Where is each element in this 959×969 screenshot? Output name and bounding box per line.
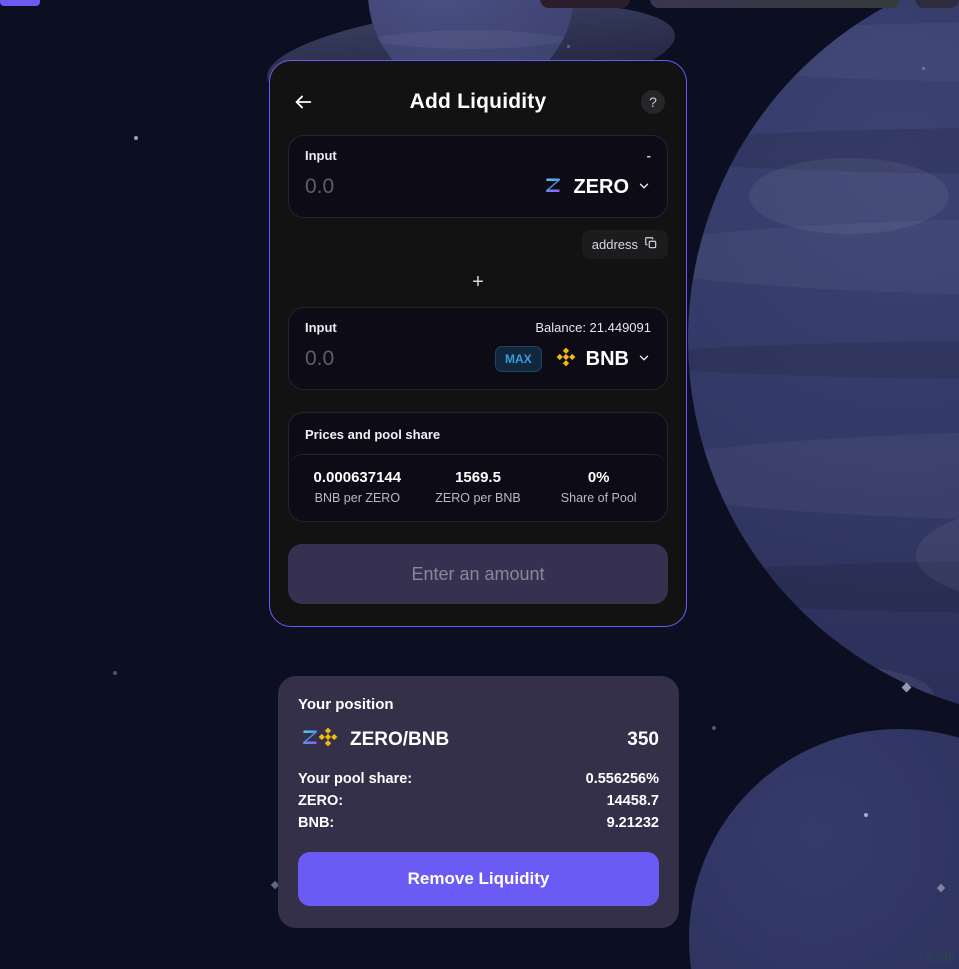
- planet-band: [688, 20, 959, 83]
- watermark-text: 6398: [926, 951, 955, 965]
- pair-amount: 350: [627, 728, 659, 750]
- planet-band: [688, 560, 959, 615]
- position-pair-row: ZERO/BNB 350: [298, 725, 659, 754]
- input-secondary-text: -: [646, 148, 651, 163]
- page-title: Add Liquidity: [409, 90, 547, 113]
- bnb-token-controls: MAX BNB: [494, 345, 651, 374]
- chevron-down-icon: [637, 351, 651, 367]
- zero-token-icon: [541, 173, 565, 202]
- pair-name: ZERO/BNB: [350, 728, 450, 750]
- price-label: Share of Pool: [560, 491, 637, 505]
- input-label: Input: [305, 148, 337, 163]
- star: [712, 726, 716, 730]
- copy-icon: [644, 236, 658, 253]
- top-widget-c[interactable]: [915, 0, 959, 8]
- app-root: Add Liquidity ? Input - 0.0 ZERO address…: [0, 0, 959, 969]
- detail-value: 0.556256%: [585, 771, 659, 787]
- star: [567, 45, 570, 48]
- detail-label: ZERO:: [298, 793, 344, 809]
- price-label: ZERO per BNB: [435, 491, 521, 505]
- detail-label: Your pool share:: [298, 771, 413, 787]
- gas-giant-planet-graphic: [688, 0, 959, 720]
- price-value: 1569.5: [455, 469, 501, 486]
- input-label: Input: [305, 320, 337, 335]
- enter-an-amount-button: Enter an amount: [288, 544, 668, 604]
- planet-band: [688, 340, 959, 380]
- address-label: address: [591, 237, 638, 252]
- price-label: BNB per ZERO: [314, 491, 401, 505]
- star: [922, 67, 925, 70]
- token-select-zero[interactable]: ZERO: [541, 173, 651, 202]
- position-pair-left: ZERO/BNB: [298, 725, 449, 754]
- card-header: Add Liquidity ?: [288, 83, 668, 121]
- price-column: 1569.5 ZERO per BNB: [418, 469, 539, 505]
- price-value: 0%: [587, 469, 610, 486]
- your-position-card: Your position ZERO/BNB 350 Your pool sha…: [278, 676, 679, 928]
- star: [864, 813, 868, 817]
- remove-liquidity-button[interactable]: Remove Liquidity: [298, 852, 659, 906]
- position-title: Your position: [298, 696, 394, 713]
- price-value: 0.000637144: [313, 469, 402, 486]
- bnb-amount-input[interactable]: [305, 347, 485, 371]
- input-panel-zero-header: Input -: [305, 148, 651, 163]
- star: [134, 136, 138, 140]
- address-row: address: [288, 230, 668, 259]
- position-detail-row: BNB: 9.21232: [298, 812, 659, 834]
- planet-band: [688, 431, 959, 522]
- star: [113, 671, 117, 675]
- arrow-left-icon[interactable]: [288, 87, 318, 117]
- input-panel-bnb-header: Input Balance: 21.449091: [305, 320, 651, 335]
- add-liquidity-card: Add Liquidity ? Input - 0.0 ZERO address…: [269, 60, 687, 627]
- token-symbol-zero: ZERO: [573, 175, 629, 198]
- input-panel-bnb: Input Balance: 21.449091 MAX: [288, 307, 668, 390]
- input-panel-bnb-body: MAX: [305, 343, 651, 375]
- top-widget-b[interactable]: [650, 0, 900, 8]
- prices-and-pool-share-card: Prices and pool share 0.000637144 BNB pe…: [288, 412, 668, 522]
- zero-token-controls: ZERO: [541, 173, 651, 202]
- price-column: 0.000637144 BNB per ZERO: [297, 469, 418, 505]
- help-icon-inner: ?: [641, 90, 665, 114]
- price-column: 0% Share of Pool: [538, 469, 659, 505]
- planet-spot: [748, 157, 949, 234]
- detail-label: BNB:: [298, 815, 335, 831]
- input-panel-zero-body: ZERO: [305, 171, 651, 203]
- max-button[interactable]: MAX: [494, 346, 542, 372]
- copy-address-button[interactable]: address: [581, 230, 668, 259]
- plus-icon[interactable]: +: [472, 272, 484, 292]
- top-widget-a[interactable]: [540, 0, 630, 8]
- zero-amount-input[interactable]: [305, 175, 485, 199]
- prices-values-row: 0.000637144 BNB per ZERO 1569.5 ZERO per…: [289, 454, 667, 521]
- top-widget-left[interactable]: [0, 0, 40, 6]
- token-symbol-bnb: BNB: [585, 347, 629, 370]
- add-separator: +: [288, 265, 668, 299]
- bnb-token-icon: [316, 725, 340, 754]
- token-select-bnb[interactable]: BNB: [554, 345, 651, 374]
- balance-text: Balance: 21.449091: [535, 320, 651, 335]
- chevron-down-icon: [637, 179, 651, 195]
- planet-spot: [764, 666, 934, 720]
- question-circle-icon[interactable]: ?: [638, 87, 668, 117]
- position-detail-row: ZERO: 14458.7: [298, 790, 659, 812]
- token-pair-icons: [298, 725, 340, 754]
- prices-title: Prices and pool share: [305, 427, 441, 442]
- clipped-top-widgets: [0, 0, 959, 10]
- detail-value: 14458.7: [606, 793, 659, 809]
- position-detail-row: Your pool share: 0.556256%: [298, 768, 659, 790]
- input-panel-zero: Input - 0.0 ZERO: [288, 135, 668, 218]
- detail-value: 9.21232: [606, 815, 659, 831]
- bnb-token-icon: [554, 345, 578, 374]
- distant-planet-graphic: [689, 729, 959, 969]
